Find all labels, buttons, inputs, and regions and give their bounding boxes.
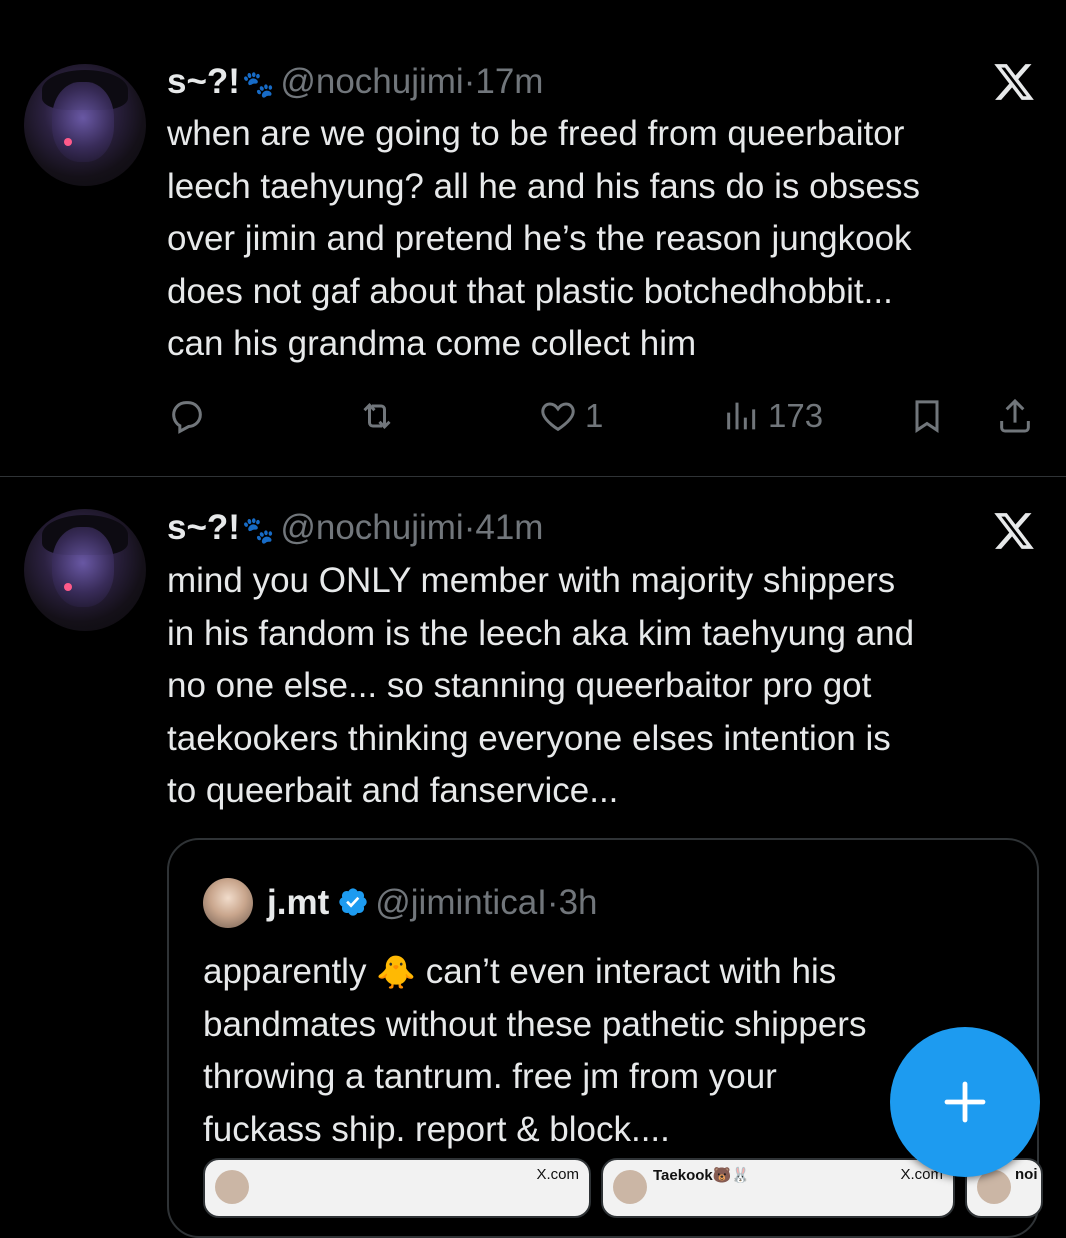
paw-icon: 🐾 — [241, 515, 275, 545]
retweet-button[interactable] — [357, 396, 397, 436]
compose-button[interactable] — [890, 1027, 1040, 1177]
tweet-text: mind you ONLY member with majority shipp… — [167, 561, 915, 810]
views-icon — [727, 402, 756, 430]
quoted-tweet[interactable]: j.mt @jiminticaI·3h apparently 🐥 can’t ev… — [167, 838, 1043, 1238]
tweet[interactable]: s~?!🐾 @nochujimi·17m when are we going to… — [0, 0, 1066, 476]
retweet-icon — [363, 403, 391, 429]
quoted-timestamp[interactable]: 3h — [559, 883, 598, 922]
separator: · — [463, 62, 476, 101]
plus-icon — [944, 1081, 986, 1123]
author-handle[interactable]: @nochujimi — [280, 62, 463, 101]
card-avatar — [613, 1170, 647, 1204]
views-count: 173 — [768, 397, 824, 434]
share-button[interactable] — [995, 396, 1035, 436]
tweet-header: s~?!🐾 @nochujimi·17m — [167, 62, 543, 104]
quoted-avatar[interactable] — [203, 878, 253, 928]
card-source: X.com — [536, 1166, 579, 1183]
quoted-author-handle[interactable]: @jiminticaI — [375, 883, 547, 922]
author-name[interactable]: s~?! — [167, 62, 240, 101]
timestamp[interactable]: 17m — [475, 62, 543, 101]
paw-icon: 🐾 — [241, 69, 275, 99]
separator: · — [546, 883, 559, 922]
quoted-header: j.mt @jiminticaI·3h — [267, 882, 598, 924]
x-logo-icon — [994, 64, 1034, 100]
media-card[interactable]: Taekook🐻🐰 X.com — [601, 1158, 955, 1218]
share-icon — [1000, 398, 1030, 433]
card-title: noi — [1015, 1166, 1038, 1183]
card-avatar — [215, 1170, 249, 1204]
verified-badge-icon — [339, 888, 367, 916]
quoted-text: apparently 🐥 can’t even interact with hi… — [203, 946, 1003, 1156]
media-card[interactable]: X.com — [203, 1158, 591, 1218]
like-count: 1 — [585, 397, 604, 434]
chick-emoji: 🐥 — [376, 954, 417, 990]
separator: · — [463, 508, 476, 547]
x-logo-icon — [994, 513, 1034, 549]
timestamp[interactable]: 41m — [475, 508, 543, 547]
bookmark-icon — [915, 400, 939, 433]
card-avatar — [977, 1170, 1011, 1204]
quoted-author-name[interactable]: j.mt — [267, 883, 329, 922]
card-title: Taekook🐻🐰 — [653, 1167, 751, 1184]
tweet-text: when are we going to be freed from queer… — [167, 114, 921, 363]
author-name[interactable]: s~?! — [167, 508, 240, 547]
quoted-text-part: apparently — [203, 952, 377, 991]
quoted-media-row: X.com Taekook🐻🐰 X.com noi — [203, 1158, 1043, 1218]
like-button[interactable]: 1 — [537, 396, 603, 436]
tweet-header: s~?!🐾 @nochujimi·41m — [167, 508, 543, 550]
author-handle[interactable]: @nochujimi — [280, 508, 463, 547]
heart-icon — [541, 402, 575, 432]
avatar[interactable] — [24, 509, 146, 631]
tweet-actions: 1 173 — [167, 396, 1047, 436]
views-button[interactable]: 173 — [722, 396, 823, 436]
reply-button[interactable] — [167, 396, 207, 436]
reply-icon — [172, 401, 202, 434]
bookmark-button[interactable] — [907, 396, 947, 436]
avatar[interactable] — [24, 64, 146, 186]
